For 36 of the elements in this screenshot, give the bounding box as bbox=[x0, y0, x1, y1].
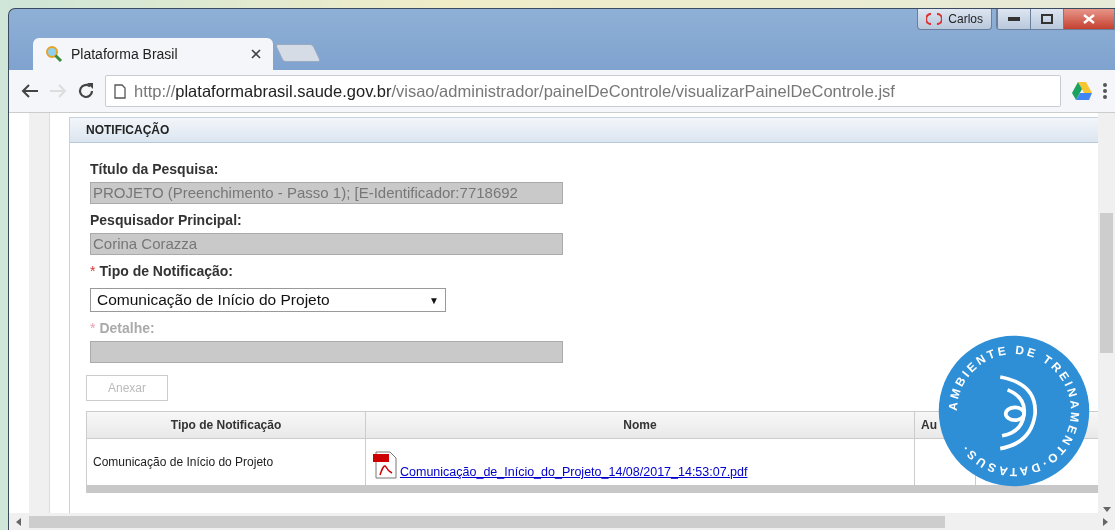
url-text: http://plataformabrasil.saude.gov.br/visao/administrador/painelDeControle/visualizarPainelDeControle.jsf bbox=[134, 81, 895, 101]
notification-type-dropdown[interactable]: Comunicação de Início do Projeto ▼ bbox=[90, 288, 446, 312]
field-label: Título da Pesquisa: bbox=[90, 161, 219, 177]
pdf-file-icon bbox=[372, 451, 398, 479]
table-scrollbar[interactable] bbox=[87, 485, 1098, 493]
close-icon[interactable] bbox=[251, 49, 261, 59]
field-label: Tipo de Notificação: bbox=[99, 263, 233, 279]
file-link[interactable]: Comunicação_de_Início_do_Projeto_14/08/2017_14:53:07.pdf bbox=[400, 465, 748, 479]
panel-title: NOTIFICAÇÃO bbox=[70, 118, 1098, 143]
field-label: Detalhe: bbox=[99, 320, 155, 336]
menu-icon[interactable] bbox=[1103, 83, 1107, 99]
profile-icon bbox=[926, 13, 943, 25]
required-mark: * bbox=[90, 263, 96, 279]
profile-button[interactable]: Carlos bbox=[917, 9, 992, 30]
drive-icon[interactable] bbox=[1071, 81, 1093, 101]
page-icon bbox=[114, 83, 126, 99]
scroll-down-arrow[interactable] bbox=[1102, 505, 1111, 513]
close-icon bbox=[1083, 14, 1095, 24]
horizontal-scrollbar[interactable] bbox=[9, 513, 1115, 530]
browser-tab[interactable]: Plataforma Brasil bbox=[33, 38, 273, 70]
scroll-left-arrow[interactable] bbox=[15, 517, 23, 526]
required-mark: * bbox=[90, 320, 96, 336]
scroll-right-arrow[interactable] bbox=[1101, 517, 1109, 526]
minimize-button[interactable] bbox=[997, 9, 1030, 29]
column-header: Nome bbox=[366, 411, 915, 439]
reload-icon[interactable] bbox=[77, 82, 95, 100]
field-label: Pesquisador Principal: bbox=[90, 212, 242, 228]
magnifier-icon bbox=[45, 45, 63, 63]
vertical-scrollbar[interactable] bbox=[1098, 113, 1115, 513]
column-header: Tipo de Notificação bbox=[87, 411, 366, 439]
close-button[interactable] bbox=[1063, 9, 1114, 29]
back-icon[interactable] bbox=[21, 83, 39, 99]
maximize-button[interactable] bbox=[1030, 9, 1063, 29]
minimize-icon bbox=[1008, 17, 1020, 21]
address-field[interactable]: http://plataformabrasil.saude.gov.br/visao/administrador/painelDeControle/visualizarPainelDeControle.jsf bbox=[105, 75, 1061, 107]
maximize-icon bbox=[1041, 14, 1053, 24]
